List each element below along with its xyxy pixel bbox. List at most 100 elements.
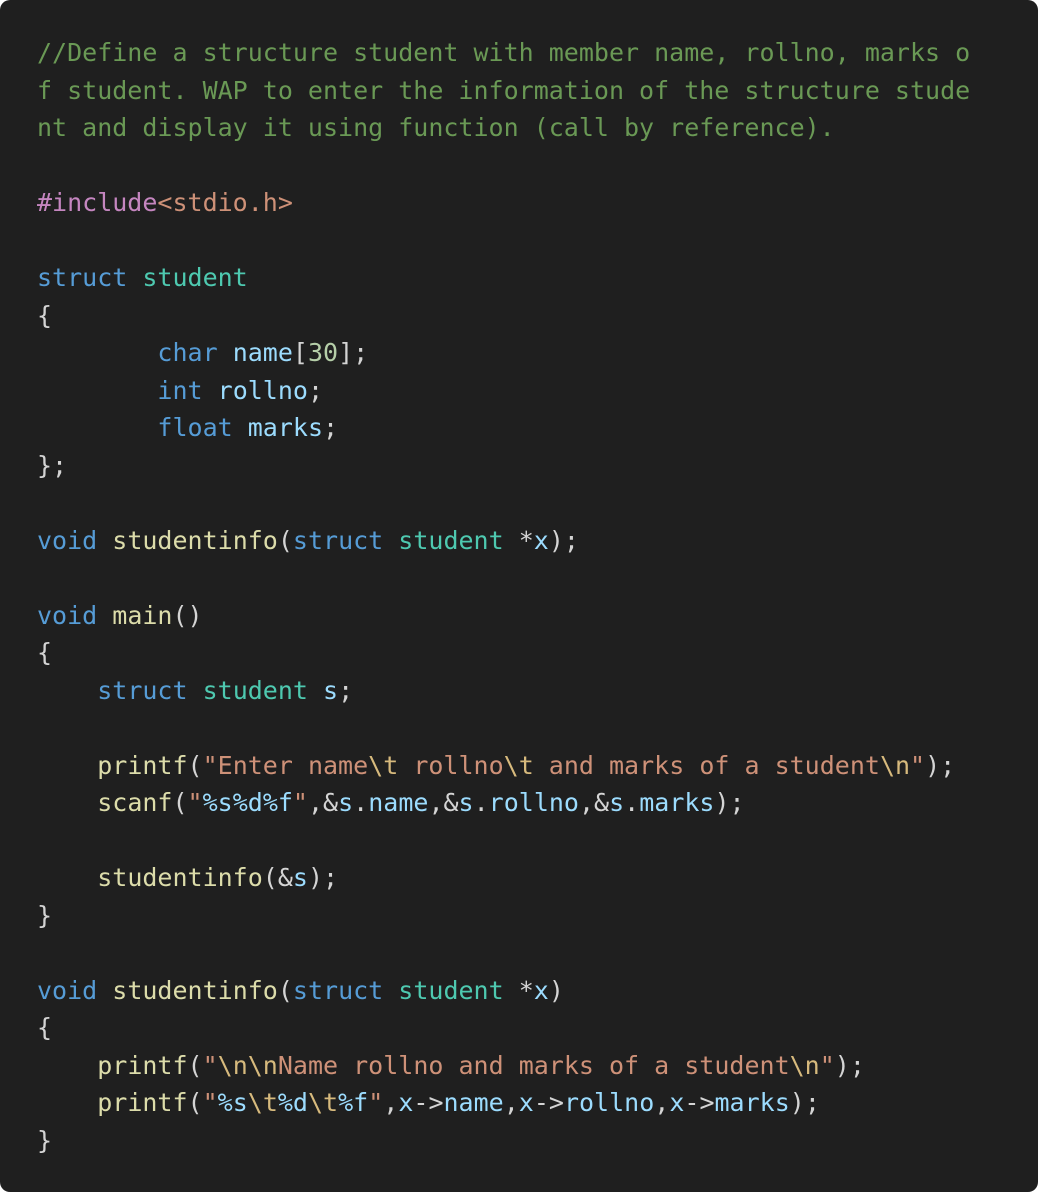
code-token-var: s xyxy=(323,675,339,705)
code-token-plain: ); xyxy=(834,1050,865,1080)
code-token-plain: ( xyxy=(187,1050,203,1080)
code-token-var: marks xyxy=(247,413,324,442)
code-token-plain: ); xyxy=(925,750,956,780)
code-token-var: s xyxy=(338,788,354,817)
code-token-var: marks xyxy=(639,788,715,817)
code-content: //Define a structure student with member… xyxy=(37,34,1038,1159)
code-token-plain: -> xyxy=(684,1088,715,1117)
code-token-keyword: int xyxy=(157,375,203,405)
code-line: void studentinfo(struct student *x); xyxy=(37,522,1038,560)
code-line: float marks; xyxy=(37,409,1038,447)
code-token-escape: \t xyxy=(503,750,534,780)
code-token-var: %f xyxy=(338,1088,369,1117)
code-line: int rollno; xyxy=(37,372,1038,410)
code-token-var: s xyxy=(458,788,474,817)
code-token-func: printf xyxy=(97,1050,188,1080)
code-token-plain: , xyxy=(654,1088,670,1117)
code-line: struct student xyxy=(37,259,1038,297)
code-token-comment: f student. WAP to enter the information … xyxy=(37,75,971,105)
code-token-keyword: struct xyxy=(37,263,128,292)
code-token-func: main xyxy=(112,600,173,630)
code-token-plain: ); xyxy=(714,788,745,817)
code-token-type: student xyxy=(398,975,504,1005)
code-token-plain: ); xyxy=(307,863,339,892)
code-token-escape: \t xyxy=(247,1088,278,1117)
code-token-plain: . xyxy=(353,788,369,817)
code-token-plain: , xyxy=(503,1088,519,1117)
code-token-plain: ; xyxy=(307,375,324,405)
code-token-plain: } xyxy=(37,900,53,930)
code-line: nt and display it using function (call b… xyxy=(37,109,1038,147)
code-line: { xyxy=(37,634,1038,672)
code-token-plain: ( xyxy=(277,525,293,555)
code-token-plain: [ xyxy=(292,338,308,367)
code-token-keyword: struct xyxy=(292,975,384,1005)
code-token-var: x xyxy=(518,1088,534,1117)
code-token-var: name xyxy=(368,788,429,817)
code-line: printf("Enter name\t rollno\t and marks … xyxy=(37,747,1038,785)
code-token-plain: . xyxy=(624,788,640,817)
code-token-plain: ); xyxy=(789,1088,820,1117)
code-token-keyword: void xyxy=(37,975,98,1005)
code-token-string: Name rollno and marks of a student xyxy=(277,1050,790,1080)
code-token-plain: }; xyxy=(37,450,68,480)
code-token-var: s xyxy=(609,788,625,817)
code-token-plain: * xyxy=(503,975,534,1005)
code-token-plain: { xyxy=(37,300,53,330)
code-token-plain: (& xyxy=(262,863,293,892)
code-token-plain: () xyxy=(172,600,203,630)
code-token-func: studentinfo xyxy=(112,975,278,1005)
code-line: char name[30]; xyxy=(37,334,1038,372)
code-token-plain: ; xyxy=(323,413,339,442)
code-token-var: %d xyxy=(277,1088,308,1117)
code-token-string: " xyxy=(292,788,308,817)
code-token-var: %s%d%f xyxy=(202,788,293,817)
code-line: //Define a structure student with member… xyxy=(37,34,1038,72)
code-token-string: " xyxy=(819,1050,835,1080)
code-token-var: rollno xyxy=(563,1088,655,1117)
code-token-string: " xyxy=(187,788,203,817)
code-line: #include<stdio.h> xyxy=(37,184,1038,222)
code-token-plain: -> xyxy=(533,1088,564,1117)
code-token-plain: ); xyxy=(548,525,579,555)
code-token-plain: ; xyxy=(338,675,354,705)
code-token-var: name xyxy=(443,1088,504,1117)
code-line: struct student s; xyxy=(37,672,1038,710)
code-token-var: %s xyxy=(217,1088,248,1117)
code-token-plain: { xyxy=(37,638,53,667)
code-line: printf("%s\t%d\t%f",x->name,x->rollno,x-… xyxy=(37,1084,1038,1122)
code-line: { xyxy=(37,1009,1038,1047)
code-line: scanf("%s%d%f",&s.name,&s.rollno,&s.mark… xyxy=(37,784,1038,822)
code-token-plain: . xyxy=(473,788,489,817)
code-token-plain: * xyxy=(503,525,534,555)
code-token-var: x xyxy=(398,1088,414,1117)
code-line: studentinfo(&s); xyxy=(37,859,1038,897)
code-line: void main() xyxy=(37,597,1038,635)
code-token-plain: ) xyxy=(548,975,564,1005)
code-token-keyword: float xyxy=(157,413,233,442)
code-token-var: x xyxy=(669,1088,685,1117)
code-line: } xyxy=(37,897,1038,935)
code-token-escape: \t xyxy=(307,1088,339,1117)
code-token-keyword: struct xyxy=(292,525,384,555)
code-token-escape: \n xyxy=(789,1050,820,1080)
code-token-preproc: #include xyxy=(37,188,158,217)
code-token-num: 30 xyxy=(307,338,339,367)
